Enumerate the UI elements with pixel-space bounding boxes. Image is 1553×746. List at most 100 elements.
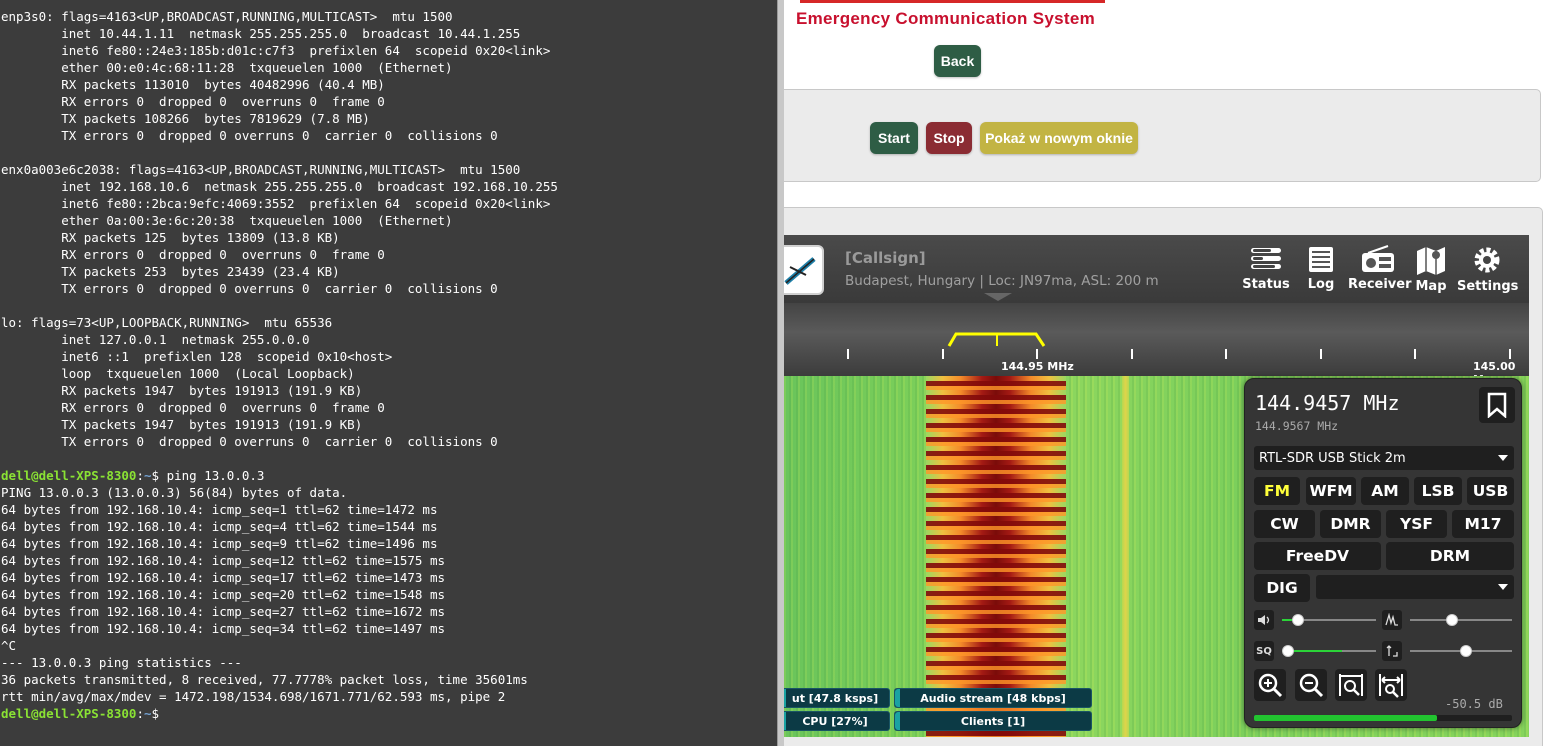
terminal-line: RX packets 1947 bytes 191913 (191.9 KB) [1, 383, 363, 398]
terminal-prompt-user: dell@dell-XPS-8300 [1, 468, 137, 483]
mode-fm-button[interactable]: FM [1254, 477, 1300, 505]
header-accent-bar [800, 0, 1105, 3]
header-collapse-arrow[interactable] [984, 293, 1012, 301]
window-divider[interactable] [777, 0, 784, 746]
zoom-to-signal-button[interactable] [1335, 669, 1367, 701]
terminal-line: inet6 fe80::2bca:9efc:4069:3552 prefixle… [1, 196, 551, 211]
mode-cw-button[interactable]: CW [1254, 510, 1315, 538]
agc-icon[interactable] [1382, 641, 1402, 661]
mode-wfm-button[interactable]: WFM [1306, 477, 1356, 505]
terminal-line: TX packets 108266 bytes 7819629 (7.8 MB) [1, 111, 370, 126]
mode-usb-button[interactable]: USB [1467, 477, 1514, 505]
sdr-header: [Callsign] Budapest, Hungary | Loc: JN97… [784, 235, 1529, 303]
scale-label-mid: 144.95 MHz [1001, 360, 1074, 373]
terminal-line: RX errors 0 dropped 0 overruns 0 frame 0 [1, 94, 385, 109]
noise-reduction-icon[interactable] [1382, 610, 1402, 630]
terminal-line: 64 bytes from 192.168.10.4: icmp_seq=20 … [1, 587, 446, 602]
terminal-prompt-separator: : [136, 706, 144, 721]
bookmark-button[interactable] [1479, 387, 1515, 423]
status-pill-audio: Audio stream [48 kbps] [894, 688, 1092, 708]
offset-frequency-display: 144.9567 MHz [1255, 419, 1339, 433]
squelch-icon[interactable]: SQ [1254, 641, 1274, 661]
terminal-prompt-path: ~ [144, 468, 152, 483]
mode-dmr-button[interactable]: DMR [1320, 510, 1381, 538]
scale-tick [1414, 349, 1416, 359]
map-icon [1417, 247, 1445, 275]
frequency-display[interactable]: 144.9457 MHz [1255, 391, 1400, 415]
callsign-text: [Callsign] [845, 249, 926, 267]
zoom-full-button[interactable] [1375, 669, 1407, 701]
nav-log[interactable]: Log [1291, 245, 1351, 301]
digital-mode-select[interactable] [1316, 575, 1514, 599]
noise-reduction-slider-knob[interactable] [1446, 614, 1458, 626]
terminal-line: inet 10.44.1.11 netmask 255.255.255.0 br… [1, 26, 521, 41]
terminal-line: PING 13.0.0.3 (13.0.0.3) 56(84) bytes of… [1, 485, 348, 500]
terminal-prompt-symbol: $ [151, 468, 167, 483]
nav-status-label: Status [1242, 277, 1290, 292]
terminal-window[interactable]: enp3s0: flags=4163<UP,BROADCAST,RUNNING,… [0, 0, 777, 746]
terminal-line: RX errors 0 dropped 0 overruns 0 frame 0 [1, 247, 385, 262]
frequency-scale[interactable] [784, 303, 1529, 376]
s-meter-fill [1254, 715, 1438, 721]
terminal-line: 64 bytes from 192.168.10.4: icmp_seq=27 … [1, 604, 446, 619]
terminal-line: inet6 fe80::24e3:185b:d01c:c7f3 prefixle… [1, 43, 551, 58]
back-button[interactable]: Back [934, 45, 981, 77]
page-title: Emergency Communication System [796, 9, 1096, 28]
open-new-window-button[interactable]: Pokaż w nowym oknie [980, 122, 1138, 154]
settings-icon [1474, 247, 1500, 273]
terminal-line: inet6 ::1 prefixlen 128 scopeid 0x10<hos… [1, 349, 393, 364]
zoom-in-icon [1258, 673, 1283, 698]
terminal-line: --- 13.0.0.3 ping statistics --- [1, 655, 242, 670]
signal-db-value: -50.5 dB [1445, 697, 1503, 711]
scale-tick [847, 349, 849, 359]
agc-slider[interactable] [1410, 645, 1512, 657]
bandpass-marker[interactable] [784, 303, 1529, 376]
terminal-line: 64 bytes from 192.168.10.4: icmp_seq=4 t… [1, 519, 438, 534]
volume-slider-knob[interactable] [1291, 614, 1304, 626]
browser-page: Emergency Communication System Back Star… [784, 0, 1553, 746]
zoom-out-icon [1299, 673, 1324, 698]
terminal-line: RX errors 0 dropped 0 overruns 0 frame 0 [1, 400, 385, 415]
mode-drm-button[interactable]: DRM [1386, 542, 1514, 570]
mode-dig-button[interactable]: DIG [1254, 574, 1310, 602]
device-select[interactable]: RTL-SDR USB Stick 2m [1254, 446, 1514, 470]
mode-am-button[interactable]: AM [1361, 477, 1409, 505]
agc-slider-knob[interactable] [1460, 645, 1473, 657]
nav-settings[interactable]: Settings [1457, 245, 1518, 301]
terminal-line: ether 0a:00:3e:6c:20:38 txqueuelen 1000 … [1, 213, 453, 228]
status-pill-samplerate: ut [47.8 ksps] [784, 688, 890, 708]
squelch-slider[interactable] [1282, 645, 1376, 657]
mode-freedv-button[interactable]: FreeDV [1254, 542, 1381, 570]
start-button[interactable]: Start [870, 122, 918, 154]
zoom-out-button[interactable] [1295, 669, 1327, 701]
mode-lsb-button[interactable]: LSB [1414, 477, 1462, 505]
noise-reduction-slider[interactable] [1410, 614, 1512, 626]
zoom-in-button[interactable] [1254, 669, 1286, 701]
waterfall-carrier [1122, 376, 1129, 737]
terminal-line: ether 00:e0:4c:68:11:28 txqueuelen 1000 … [1, 60, 453, 75]
squelch-slider-knob[interactable] [1282, 645, 1294, 657]
mode-m17-button[interactable]: M17 [1452, 510, 1514, 538]
nav-map[interactable]: Map [1401, 245, 1461, 301]
nav-receiver[interactable]: Receiver [1348, 245, 1412, 301]
receiver-logo[interactable] [784, 245, 824, 295]
terminal-output: enp3s0: flags=4163<UP,BROADCAST,RUNNING,… [1, 8, 558, 722]
terminal-line: TX packets 1947 bytes 191913 (191.9 KB) [1, 417, 363, 432]
location-text: Budapest, Hungary | Loc: JN97ma, ASL: 20… [845, 273, 1159, 289]
status-pill-cpu: CPU [27%] [784, 711, 890, 731]
nav-map-label: Map [1415, 279, 1447, 294]
scale-tick [1225, 349, 1227, 359]
terminal-line: TX errors 0 dropped 0 overruns 0 carrier… [1, 281, 498, 296]
sdr-receiver-frame: [Callsign] Budapest, Hungary | Loc: JN97… [784, 235, 1529, 737]
stop-button[interactable]: Stop [926, 122, 972, 154]
nav-status[interactable]: Status [1236, 245, 1296, 301]
volume-slider[interactable] [1282, 614, 1376, 626]
terminal-line: dell@dell-XPS-8300:~$ [1, 705, 558, 722]
mode-ysf-button[interactable]: YSF [1386, 510, 1447, 538]
speaker-icon[interactable] [1254, 610, 1274, 630]
chevron-down-icon [1498, 455, 1508, 461]
s-meter [1254, 715, 1512, 721]
zoom-fit-icon [1339, 674, 1363, 696]
